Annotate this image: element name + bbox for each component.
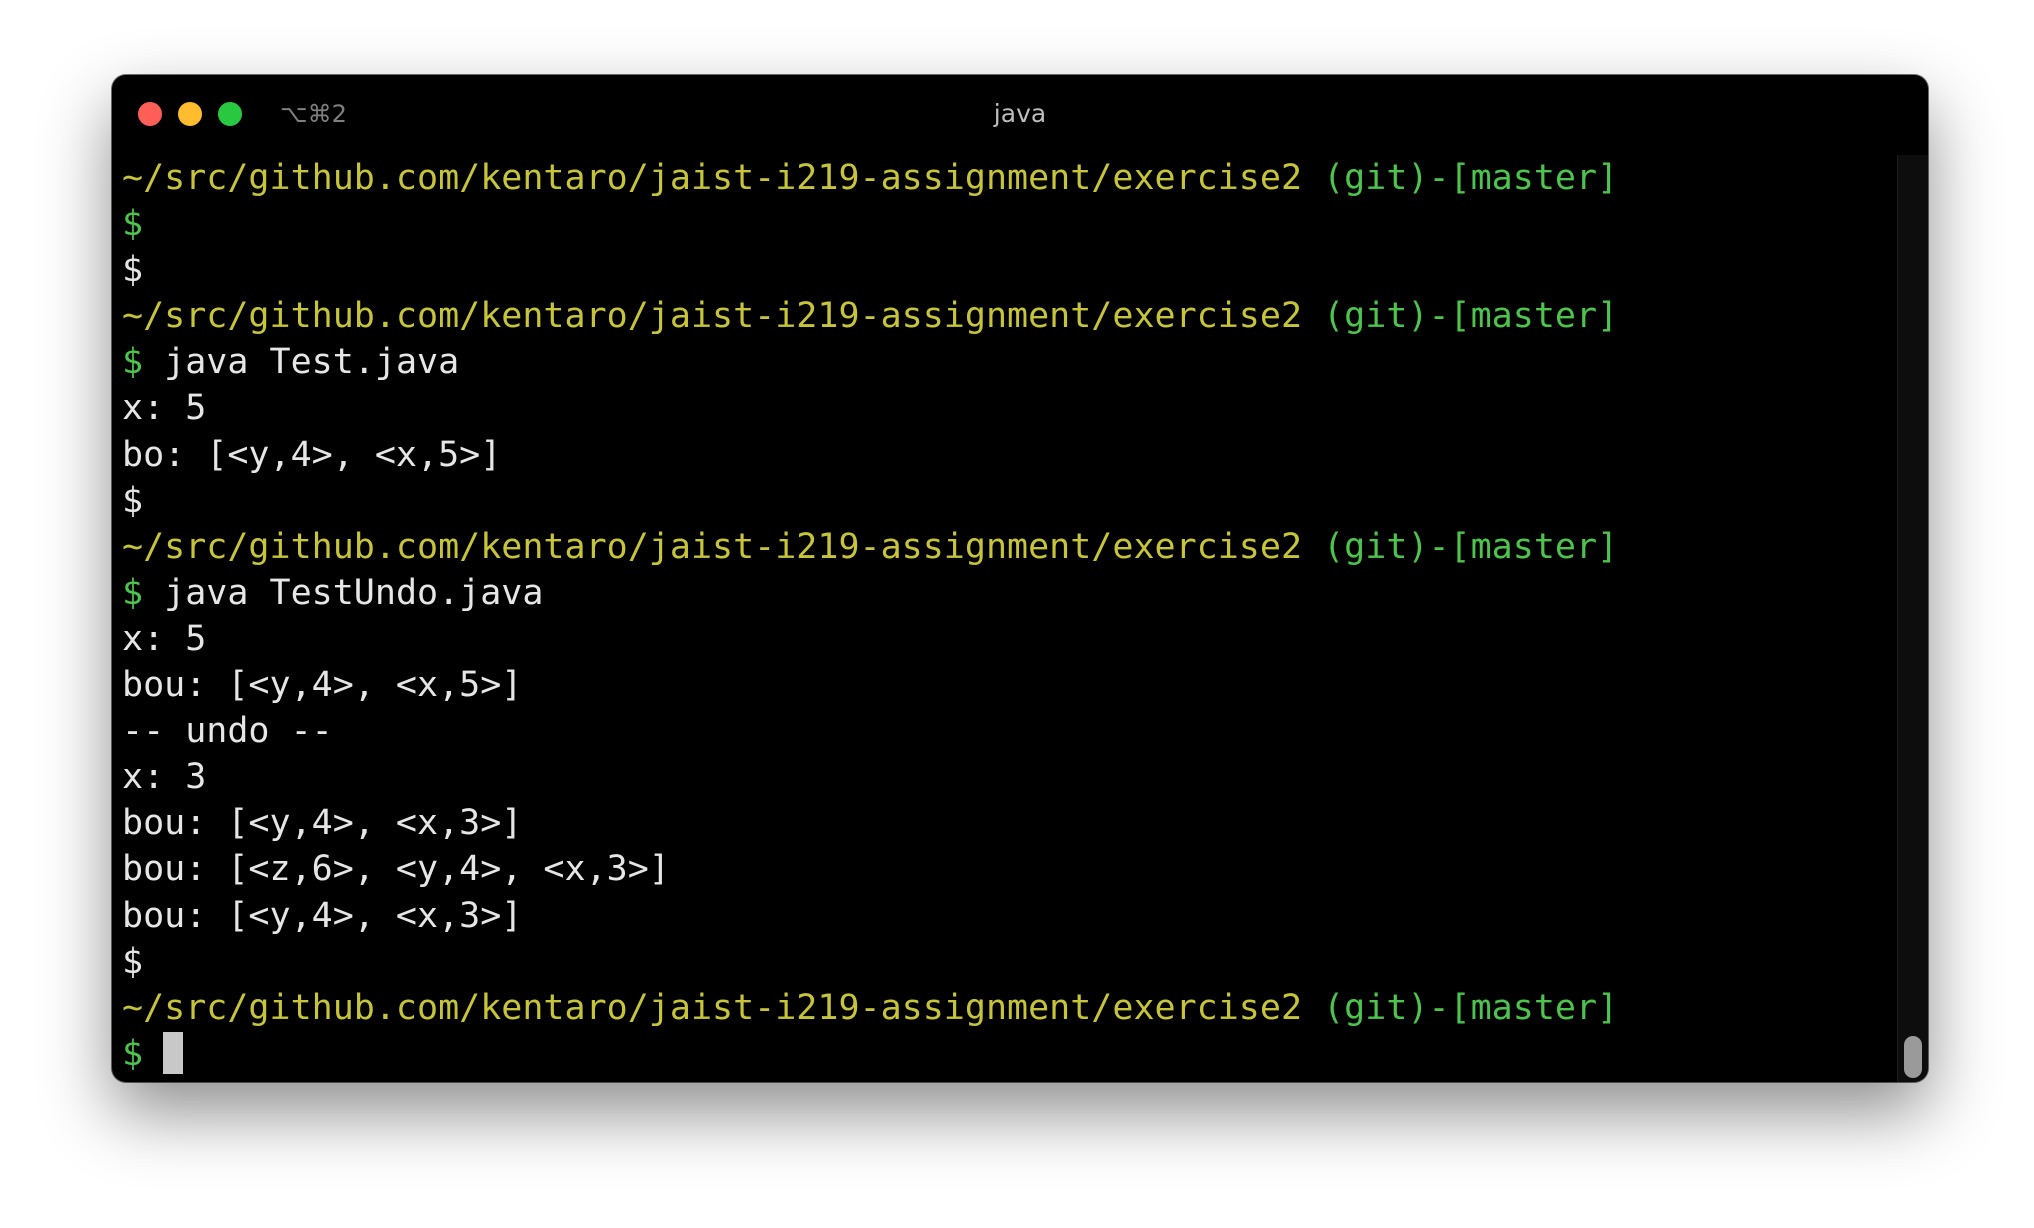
output-line: bou: [<y,4>, <x,3>]	[122, 803, 523, 844]
output-line: bou: [<z,6>, <y,4>, <x,3>]	[122, 849, 670, 890]
terminal-output[interactable]: ~/src/github.com/kentaro/jaist-i219-assi…	[122, 155, 1882, 1077]
input-line: $	[122, 1031, 1882, 1077]
empty-prompt-line: $	[122, 247, 1882, 293]
command-line: $ java TestUndo.java	[122, 570, 1882, 616]
prompt-path: ~/src/github.com/kentaro/jaist-i219-assi…	[122, 296, 1303, 337]
prompt-symbol: $	[122, 572, 144, 613]
empty-prompt-line: $	[122, 478, 1882, 524]
prompt-symbol: $	[122, 1033, 144, 1074]
prompt-git-branch: (git)-[master]	[1302, 526, 1619, 567]
output-line: bo: [<y,4>, <x,5>]	[122, 434, 502, 475]
output-line: bou: [<y,4>, <x,3>]	[122, 895, 523, 936]
title-bar[interactable]: ⌥⌘2 java	[112, 75, 1928, 155]
command-text: java Test.java	[143, 342, 460, 383]
prompt-path: ~/src/github.com/kentaro/jaist-i219-assi…	[122, 526, 1303, 567]
output-line: x: 3	[122, 757, 207, 798]
prompt-symbol: $	[122, 480, 144, 521]
input-line: $	[122, 201, 1882, 247]
scrollbar-thumb[interactable]	[1904, 1036, 1922, 1078]
prompt-line: ~/src/github.com/kentaro/jaist-i219-assi…	[122, 155, 1882, 201]
prompt-line: ~/src/github.com/kentaro/jaist-i219-assi…	[122, 985, 1882, 1031]
prompt-git-branch: (git)-[master]	[1302, 296, 1619, 337]
terminal-window: ⌥⌘2 java ~/src/github.com/kentaro/jaist-…	[112, 75, 1928, 1082]
prompt-line: ~/src/github.com/kentaro/jaist-i219-assi…	[122, 293, 1882, 339]
prompt-symbol: $	[122, 342, 144, 383]
prompt-path: ~/src/github.com/kentaro/jaist-i219-assi…	[122, 158, 1303, 198]
output-line: bou: [<y,4>, <x,5>]	[122, 665, 523, 706]
prompt-line: ~/src/github.com/kentaro/jaist-i219-assi…	[122, 524, 1882, 570]
prompt-symbol: $	[122, 941, 144, 982]
prompt-git-branch: (git)-[master]	[1302, 158, 1619, 198]
window-title: java	[993, 99, 1047, 128]
prompt-git-branch: (git)-[master]	[1302, 987, 1619, 1028]
prompt-symbol: $	[122, 250, 144, 291]
prompt-path: ~/src/github.com/kentaro/jaist-i219-assi…	[122, 987, 1303, 1028]
command-line: $ java Test.java	[122, 339, 1882, 385]
output-line: x: 5	[122, 618, 207, 659]
empty-prompt-line: $	[122, 939, 1882, 985]
command-text: java TestUndo.java	[143, 572, 544, 613]
text-cursor	[163, 1031, 184, 1074]
scrollbar-track[interactable]	[1897, 155, 1928, 1082]
output-line: -- undo --	[122, 711, 333, 752]
output-line: x: 5	[122, 388, 207, 429]
prompt-symbol: $	[122, 204, 144, 245]
